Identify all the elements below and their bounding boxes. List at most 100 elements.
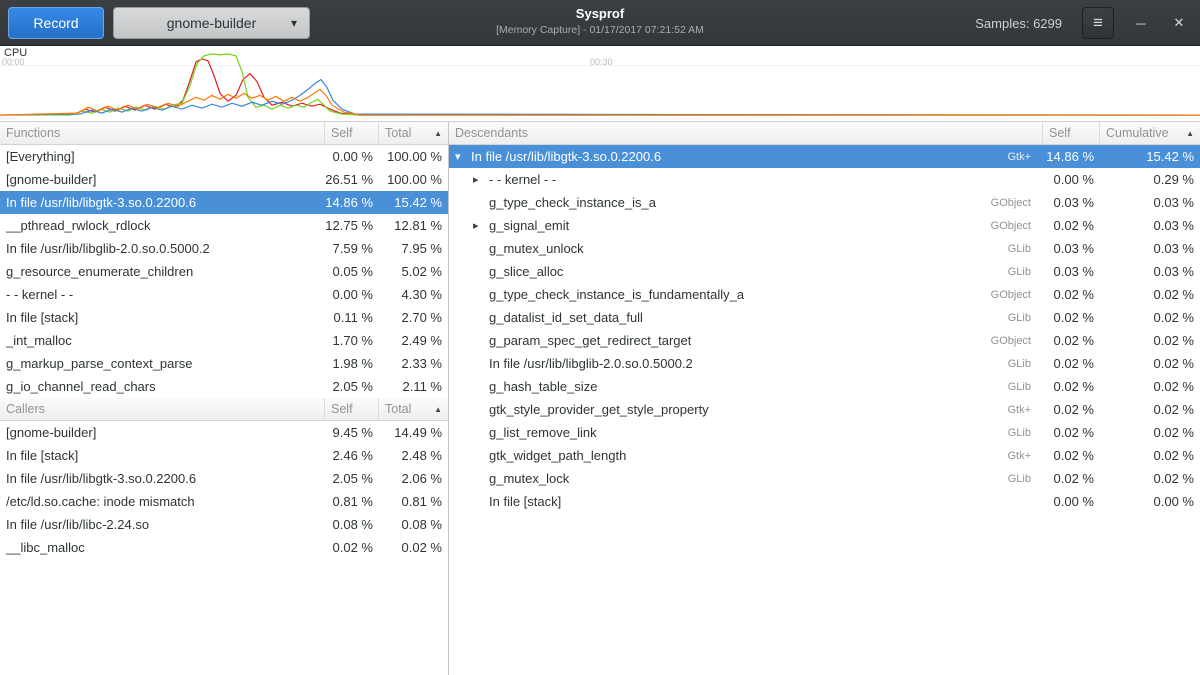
self-percent: 0.81 % <box>325 490 379 513</box>
function-name: gtk_widget_path_length <box>489 448 626 463</box>
function-name: In file [stack] <box>0 444 325 467</box>
cumulative-percent: 0.02 % <box>1100 421 1200 444</box>
function-row[interactable]: g_io_channel_read_chars2.05 %2.11 % <box>0 375 448 398</box>
function-row[interactable]: In file /usr/lib/libgtk-3.so.0.2200.614.… <box>0 191 448 214</box>
function-row[interactable]: In file [stack]0.11 %2.70 % <box>0 306 448 329</box>
function-name: In file /usr/lib/libgtk-3.so.0.2200.6 <box>0 467 325 490</box>
process-selector-dropdown[interactable]: gnome-builder ▾ <box>113 7 310 39</box>
column-header-functions[interactable]: Functions <box>0 122 325 144</box>
column-header-total-label: Total <box>385 126 411 140</box>
total-percent: 2.33 % <box>379 352 448 375</box>
descendant-name-cell: ▸g_signal_emitGObject <box>449 214 1043 237</box>
caller-row[interactable]: In file /usr/lib/libgtk-3.so.0.2200.62.0… <box>0 467 448 490</box>
cumulative-percent: 0.02 % <box>1100 329 1200 352</box>
column-header-self[interactable]: Self <box>325 398 379 420</box>
cumulative-percent: 0.00 % <box>1100 490 1200 513</box>
self-percent: 0.02 % <box>1043 444 1100 467</box>
descendant-row[interactable]: gtk_widget_path_lengthGtk+0.02 %0.02 % <box>449 444 1200 467</box>
caller-row[interactable]: In file /usr/lib/libc-2.24.so0.08 %0.08 … <box>0 513 448 536</box>
self-percent: 0.02 % <box>1043 375 1100 398</box>
function-row[interactable]: [gnome-builder]26.51 %100.00 % <box>0 168 448 191</box>
column-header-total-label: Total <box>385 402 411 416</box>
function-row[interactable]: [Everything]0.00 %100.00 % <box>0 145 448 168</box>
cpu-graph-panel[interactable]: CPU 00:00 00:30 <box>0 46 1200 122</box>
headerbar: Record gnome-builder ▾ Sysprof [Memory C… <box>0 0 1200 46</box>
minimize-button[interactable]: ─ <box>1130 8 1152 38</box>
caller-row[interactable]: [gnome-builder]9.45 %14.49 % <box>0 421 448 444</box>
column-header-cumulative[interactable]: Cumulative ▲ <box>1100 122 1200 144</box>
self-percent: 0.11 % <box>325 306 379 329</box>
total-percent: 2.11 % <box>379 375 448 398</box>
function-name: g_param_spec_get_redirect_target <box>489 333 691 348</box>
descendant-row[interactable]: ▸- - kernel - -0.00 %0.29 % <box>449 168 1200 191</box>
caller-row[interactable]: __libc_malloc0.02 %0.02 % <box>0 536 448 559</box>
descendant-row[interactable]: ▾In file /usr/lib/libgtk-3.so.0.2200.6Gt… <box>449 145 1200 168</box>
descendant-name-cell: g_mutex_lockGLib <box>449 467 1043 490</box>
sort-indicator-icon: ▲ <box>1182 129 1194 138</box>
column-header-self[interactable]: Self <box>325 122 379 144</box>
function-row[interactable]: In file /usr/lib/libglib-2.0.so.0.5000.2… <box>0 237 448 260</box>
close-button[interactable]: ✕ <box>1168 8 1190 38</box>
chevron-down-icon: ▾ <box>291 16 297 30</box>
total-percent: 5.02 % <box>379 260 448 283</box>
descendant-row[interactable]: In file [stack]0.00 %0.00 % <box>449 490 1200 513</box>
descendant-row[interactable]: g_mutex_lockGLib0.02 %0.02 % <box>449 467 1200 490</box>
expander-open-icon[interactable]: ▾ <box>455 150 471 163</box>
column-header-descendants[interactable]: Descendants <box>449 122 1043 144</box>
function-name: g_slice_alloc <box>489 264 563 279</box>
expander-closed-icon[interactable]: ▸ <box>473 219 489 232</box>
cumulative-percent: 0.03 % <box>1100 237 1200 260</box>
caller-row[interactable]: /etc/ld.so.cache: inode mismatch0.81 %0.… <box>0 490 448 513</box>
column-header-total[interactable]: Total ▲ <box>379 122 448 144</box>
descendant-row[interactable]: g_list_remove_linkGLib0.02 %0.02 % <box>449 421 1200 444</box>
descendant-row[interactable]: g_hash_table_sizeGLib0.02 %0.02 % <box>449 375 1200 398</box>
self-percent: 0.02 % <box>1043 283 1100 306</box>
column-header-self[interactable]: Self <box>1043 122 1100 144</box>
function-row[interactable]: __pthread_rwlock_rdlock12.75 %12.81 % <box>0 214 448 237</box>
menu-button[interactable]: ≡ <box>1082 7 1114 39</box>
record-button[interactable]: Record <box>8 7 104 39</box>
function-row[interactable]: _int_malloc1.70 %2.49 % <box>0 329 448 352</box>
self-percent: 0.00 % <box>325 283 379 306</box>
self-percent: 14.86 % <box>1043 145 1100 168</box>
self-percent: 0.03 % <box>1043 237 1100 260</box>
self-percent: 2.46 % <box>325 444 379 467</box>
total-percent: 0.02 % <box>379 536 448 559</box>
self-percent: 12.75 % <box>325 214 379 237</box>
descendant-row[interactable]: gtk_style_provider_get_style_propertyGtk… <box>449 398 1200 421</box>
caller-row[interactable]: In file [stack]2.46 %2.48 % <box>0 444 448 467</box>
descendant-row[interactable]: g_datalist_id_set_data_fullGLib0.02 %0.0… <box>449 306 1200 329</box>
cumulative-percent: 0.02 % <box>1100 306 1200 329</box>
function-name: gtk_style_provider_get_style_property <box>489 402 709 417</box>
close-icon: ✕ <box>1174 15 1185 30</box>
total-percent: 0.08 % <box>379 513 448 536</box>
cumulative-percent: 0.03 % <box>1100 260 1200 283</box>
total-percent: 2.70 % <box>379 306 448 329</box>
descendant-row[interactable]: ▸g_signal_emitGObject0.02 %0.03 % <box>449 214 1200 237</box>
descendant-row[interactable]: g_type_check_instance_is_aGObject0.03 %0… <box>449 191 1200 214</box>
descendant-name-cell: g_hash_table_sizeGLib <box>449 375 1043 398</box>
expander-closed-icon[interactable]: ▸ <box>473 173 489 186</box>
descendant-row[interactable]: g_param_spec_get_redirect_targetGObject 0… <box>449 329 1200 352</box>
column-header-callers[interactable]: Callers <box>0 398 325 420</box>
function-row[interactable]: g_resource_enumerate_children0.05 %5.02 … <box>0 260 448 283</box>
cumulative-percent: 0.29 % <box>1100 168 1200 191</box>
descendants-panel: Descendants Self Cumulative ▲ ▾In file /… <box>449 122 1200 675</box>
descendant-name-cell: gtk_widget_path_lengthGtk+ <box>449 444 1043 467</box>
column-header-total[interactable]: Total ▲ <box>379 398 448 420</box>
self-percent: 0.00 % <box>325 145 379 168</box>
descendant-row[interactable]: g_slice_allocGLib0.03 %0.03 % <box>449 260 1200 283</box>
descendant-row[interactable]: In file /usr/lib/libglib-2.0.so.0.5000.2… <box>449 352 1200 375</box>
function-row[interactable]: - - kernel - -0.00 %4.30 % <box>0 283 448 306</box>
functions-table-header: Functions Self Total ▲ <box>0 122 448 145</box>
cumulative-percent: 0.02 % <box>1100 375 1200 398</box>
descendant-name-cell: g_param_spec_get_redirect_targetGObject <box>449 329 1043 352</box>
descendant-row[interactable]: g_mutex_unlockGLib0.03 %0.03 % <box>449 237 1200 260</box>
function-name: In file /usr/lib/libgtk-3.so.0.2200.6 <box>471 149 661 164</box>
left-panel: Functions Self Total ▲ [Everything]0.00 … <box>0 122 449 675</box>
descendants-table: ▾In file /usr/lib/libgtk-3.so.0.2200.6Gt… <box>449 145 1200 513</box>
descendant-name-cell: g_slice_allocGLib <box>449 260 1043 283</box>
function-row[interactable]: g_markup_parse_context_parse1.98 %2.33 % <box>0 352 448 375</box>
function-name: In file /usr/lib/libc-2.24.so <box>0 513 325 536</box>
descendant-row[interactable]: g_type_check_instance_is_fundamentally_a… <box>449 283 1200 306</box>
